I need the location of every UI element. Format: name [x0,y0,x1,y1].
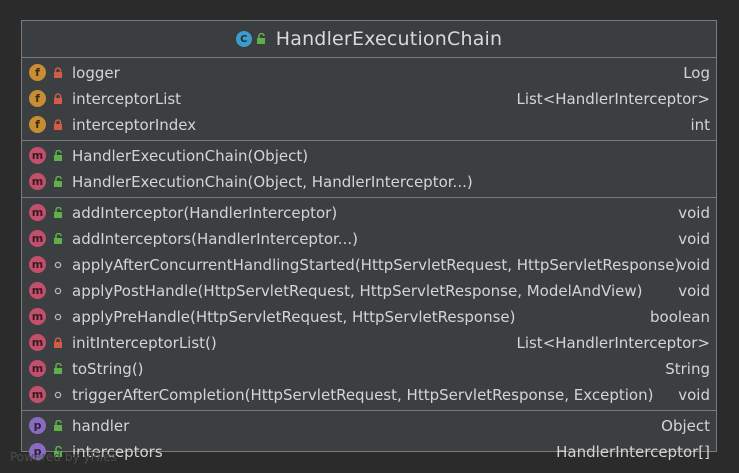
method-row[interactable]: m applyPostHandle(HttpServletRequest, Htt… [22,278,716,304]
field-icon: f [29,90,46,107]
public-unlock-icon [54,420,62,431]
method-icon: m [29,173,46,190]
private-lock-icon [54,119,62,130]
member-name: addInterceptors(HandlerInterceptor...) [72,230,358,248]
member-name: applyAfterConcurrentHandlingStarted(Http… [72,256,681,274]
method-icon: m [29,230,46,247]
class-header: C HandlerExecutionChain [22,21,716,58]
member-type: void [678,256,710,274]
private-lock-icon [54,93,62,104]
field-icon: f [29,64,46,81]
member-type: List<HandlerInterceptor> [516,90,710,108]
field-icon: f [29,116,46,133]
public-visibility-icon [256,33,265,44]
method-row[interactable]: m applyPreHandle(HttpServletRequest, Http… [22,304,716,330]
constructor-row[interactable]: m HandlerExecutionChain(Object) [22,143,716,169]
constructors-section: m HandlerExecutionChain(Object) m HandlerEx… [22,141,716,198]
public-unlock-icon [54,176,62,187]
package-visibility-icon [54,391,62,399]
propertie-row[interactable]: p interceptors HandlerInterceptor[] [22,439,716,465]
properties-section: p handler Object p interceptors HandlerInterc… [22,411,716,467]
member-name: triggerAfterCompletion(HttpServletReques… [72,386,654,404]
member-type: void [678,204,710,222]
method-icon: m [29,334,46,351]
member-type: Object [661,417,710,435]
method-icon: m [29,282,46,299]
member-name: initInterceptorList() [72,334,217,352]
member-type: void [678,230,710,248]
member-name: interceptorIndex [72,116,197,134]
public-unlock-icon [54,150,62,161]
class-title: HandlerExecutionChain [275,28,503,50]
method-icon: m [29,147,46,164]
field-row[interactable]: f interceptorIndex int [22,112,716,138]
member-name: interceptorList [72,90,182,108]
public-unlock-icon [54,363,62,374]
field-row[interactable]: f logger Log [22,60,716,86]
public-unlock-icon [54,207,62,218]
member-name: toString() [72,360,144,378]
method-icon: m [29,386,46,403]
member-type: boolean [650,308,710,326]
member-name: applyPostHandle(HttpServletRequest, Http… [72,282,643,300]
method-icon: m [29,308,46,325]
method-icon: m [29,204,46,221]
method-icon: m [29,256,46,273]
propertie-row[interactable]: p handler Object [22,413,716,439]
property-icon: p [29,417,46,434]
member-name: handler [72,417,130,435]
member-name: applyPreHandle(HttpServletRequest, HttpS… [72,308,516,326]
member-type: Log [683,64,710,82]
private-lock-icon [54,337,62,348]
method-icon: m [29,360,46,377]
method-row[interactable]: m addInterceptors(HandlerInterceptor...) v… [22,226,716,252]
fields-section: f logger Log f interceptorList List<HandlerIn… [22,58,716,141]
member-name: addInterceptor(HandlerInterceptor) [72,204,338,222]
constructor-row[interactable]: m HandlerExecutionChain(Object, HandlerIn… [22,169,716,195]
method-row[interactable]: m toString() String [22,356,716,382]
member-name: logger [72,64,120,82]
class-diagram-node[interactable]: C HandlerExecutionChain f logger Log f inter… [21,20,717,461]
member-type: HandlerInterceptor[] [556,443,710,461]
method-row[interactable]: m triggerAfterCompletion(HttpServletReque… [22,382,716,408]
private-lock-icon [54,67,62,78]
member-type: List<HandlerInterceptor> [516,334,710,352]
method-row[interactable]: m applyAfterConcurrentHandlingStarted(Htt… [22,252,716,278]
method-row[interactable]: m addInterceptor(HandlerInterceptor) void [22,200,716,226]
member-type: int [690,116,710,134]
package-visibility-icon [54,261,62,269]
package-visibility-icon [54,287,62,295]
member-name: HandlerExecutionChain(Object, HandlerInt… [72,173,473,191]
member-type: String [665,360,710,378]
package-visibility-icon [54,313,62,321]
methods-section: m addInterceptor(HandlerInterceptor) void m… [22,198,716,411]
public-unlock-icon [54,233,62,244]
method-row[interactable]: m initInterceptorList() List<HandlerInterc… [22,330,716,356]
watermark: Powered by yFiles [10,450,117,464]
member-type: void [678,282,710,300]
member-name: HandlerExecutionChain(Object) [72,147,309,165]
member-type: void [678,386,710,404]
field-row[interactable]: f interceptorList List<HandlerInterceptor> [22,86,716,112]
class-icon: C [235,31,252,47]
